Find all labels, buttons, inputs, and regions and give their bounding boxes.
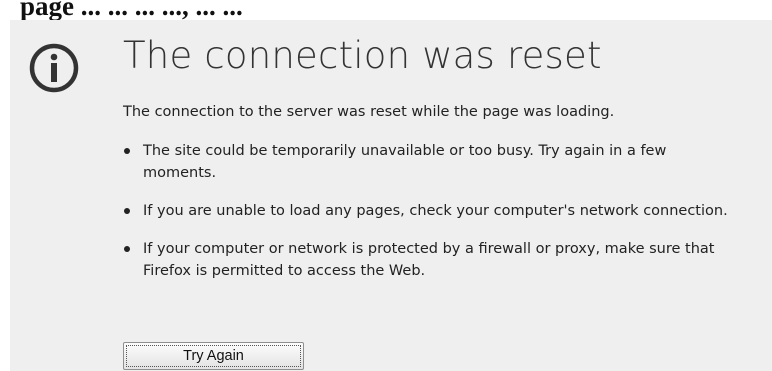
suggestion-item: If you are unable to load any pages, che… bbox=[123, 200, 743, 222]
bullet-dot-icon bbox=[124, 208, 130, 214]
suggestion-text: If your computer or network is protected… bbox=[143, 241, 715, 279]
suggestion-text: If you are unable to load any pages, che… bbox=[143, 203, 728, 219]
suggestion-item: If your computer or network is protected… bbox=[123, 238, 743, 282]
info-icon bbox=[29, 43, 79, 93]
try-again-label: Try Again bbox=[183, 348, 244, 364]
suggestion-text: The site could be temporarily unavailabl… bbox=[143, 143, 667, 181]
cropped-page-text: page ... ... ... ..., ... ... bbox=[20, 0, 243, 21]
bullet-dot-icon bbox=[124, 148, 130, 154]
suggestion-item: The site could be temporarily unavailabl… bbox=[123, 140, 743, 184]
error-intro-text: The connection to the server was reset w… bbox=[123, 104, 615, 120]
suggestion-list: The site could be temporarily unavailabl… bbox=[123, 140, 743, 298]
try-again-button[interactable]: Try Again bbox=[123, 342, 304, 370]
bullet-dot-icon bbox=[124, 246, 130, 252]
error-panel: The connection was reset The connection … bbox=[10, 20, 772, 371]
error-title: The connection was reset bbox=[123, 34, 602, 77]
